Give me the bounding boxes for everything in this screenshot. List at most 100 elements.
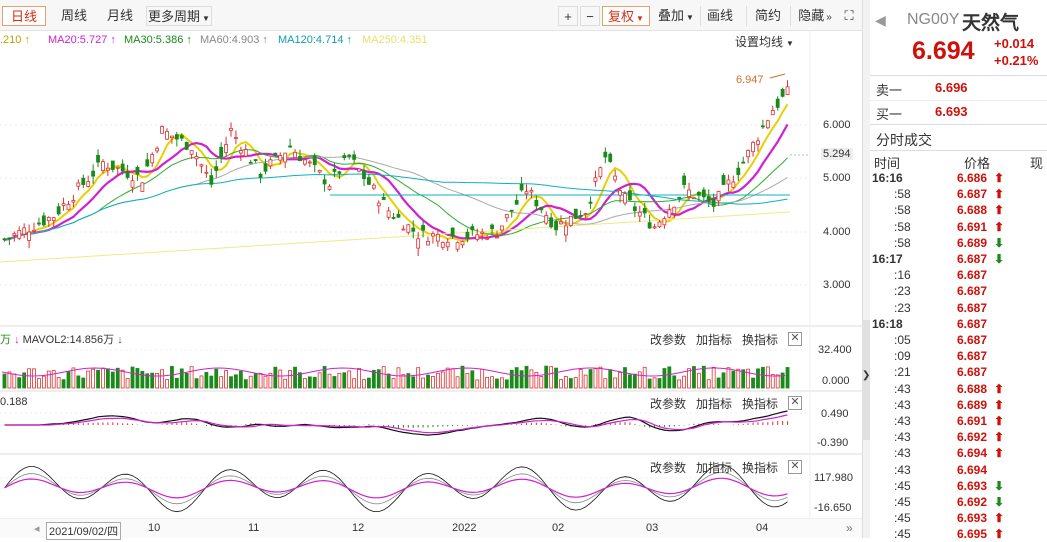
close-icon[interactable]: ✕ [788,460,802,474]
volume-bar [194,378,199,389]
add-indicator-button[interactable]: 加指标 [696,331,732,348]
candle-body [534,199,539,207]
volume-bar [756,368,760,389]
candle-body [224,144,228,153]
price-change-pct: +0.21% [994,53,1039,68]
arrow-up-icon: ⬆ [994,203,1005,218]
volume-bar [706,379,711,389]
swap-indicator-button[interactable]: 换指标 [742,331,778,348]
candle-body [204,171,209,174]
candle-body [499,225,504,231]
change-params-button[interactable]: 改参数 [650,395,686,412]
trade-price: 6.687 [957,333,988,347]
swap-indicator-button[interactable]: 换指标 [742,395,778,412]
candle-body [184,141,189,150]
scroll-right-icon[interactable]: » [846,521,853,535]
candlestick-chart[interactable] [0,0,862,538]
macd-legend: 0.188 [0,396,28,408]
volume-bar [209,375,214,389]
candle-body [711,199,716,207]
x-tick-label: 03 [646,522,659,534]
volume-bar [71,367,76,389]
swap-indicator-button[interactable]: 换指标 [742,459,778,476]
price-change: +0.014 [994,36,1035,51]
add-indicator-button[interactable]: 加指标 [696,395,732,412]
volume-bar [248,375,253,389]
ticks-title[interactable]: 分时成交 [876,130,932,150]
volume-bar [120,369,125,389]
y-tick-label: 4.000 [823,226,851,238]
candle-body [46,217,51,222]
volume-bar [12,373,17,389]
trade-price: 6.687 [957,316,988,331]
volume-bar [696,372,701,389]
volume-bar [219,376,224,389]
volume-bar [396,367,401,389]
volume-bar [367,377,371,389]
divider [870,124,1047,125]
trade-time: :09 [894,349,911,364]
arrow-down-icon: ⬇ [994,478,1005,493]
candle-body [51,217,56,221]
change-params-button[interactable]: 改参数 [650,331,686,348]
divider [870,100,1047,101]
change-params-button[interactable]: 改参数 [650,459,686,476]
trade-time: :58 [894,187,911,202]
macd-dif-line [4,410,788,436]
candle-body [440,242,445,248]
trade-time: :43 [894,397,911,412]
candle-body [145,159,150,167]
volume-bar [421,377,425,389]
candle-body [519,183,524,191]
volume-bar [86,370,91,389]
volume-bar [184,373,189,389]
arrow-up-icon: ⬆ [994,527,1005,542]
trade-time: :23 [894,300,911,315]
candle-body [174,134,179,140]
candle-body [283,152,288,163]
trade-price: 6.693 [957,478,988,493]
close-icon[interactable]: ✕ [788,396,802,410]
candle-body [302,159,307,165]
trade-price: 6.687 [957,187,988,202]
close-icon[interactable]: ✕ [788,332,802,346]
volume-bar [125,378,130,389]
add-indicator-button[interactable]: 加指标 [696,459,732,476]
candle-body [160,126,164,134]
volume-bar [273,366,278,389]
candle-body [2,238,7,241]
volume-bar [623,367,627,389]
volume-bar [765,366,770,389]
candle-body [746,150,751,158]
candle-body [696,191,701,196]
candle-body [421,224,425,231]
volume-bar [135,368,140,389]
candle-body [480,231,485,234]
volume-bar [519,370,524,389]
candle-body [37,222,41,225]
trade-time: :21 [894,365,911,380]
back-icon[interactable]: ◀ [875,12,886,29]
candle-body [41,215,46,226]
candle-body [765,120,770,129]
volume-bar [785,367,790,389]
volume-bar [416,367,421,389]
volume-bar [101,367,105,389]
candle-body [455,242,460,250]
volume-bar [618,372,622,389]
candle-body [362,170,366,180]
volume-bar [440,371,445,389]
candle-body [578,215,583,218]
volume-bar [32,368,36,389]
candle-body [115,166,120,169]
candle-body [12,233,17,236]
scroll-left-icon[interactable]: ◂ [34,522,40,535]
candle-body [381,196,386,200]
candle-body [248,161,253,164]
candle-body [509,209,514,212]
ma-line [4,123,789,241]
trade-price: 6.687 [957,284,988,299]
trade-time: :45 [894,511,911,526]
arrow-up-icon: ⬆ [994,397,1005,412]
candle-body [490,224,494,230]
